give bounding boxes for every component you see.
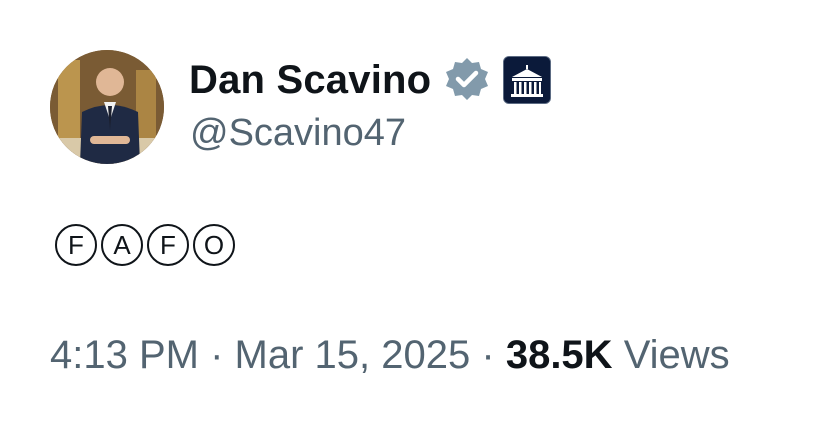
meta-separator: ·	[481, 333, 495, 377]
post-date[interactable]: Mar 15, 2025	[235, 333, 471, 377]
verified-badge-icon[interactable]	[443, 56, 491, 104]
handle[interactable]: @Scavino47	[190, 114, 406, 152]
circled-letter: F	[147, 224, 189, 266]
post-meta: 4:13 PM · Mar 15, 2025 · 38.5K Views	[50, 335, 730, 375]
avatar-photo	[50, 50, 164, 164]
circled-letter: A	[101, 224, 143, 266]
avatar[interactable]	[50, 50, 164, 164]
views-label: Views	[623, 333, 730, 377]
tweet-card: Dan Scavino @Scavino47 F A F O 4:13 PM ·…	[0, 0, 813, 431]
meta-separator: ·	[210, 333, 224, 377]
white-house-badge-icon[interactable]	[503, 56, 552, 104]
display-name[interactable]: Dan Scavino	[189, 60, 431, 100]
post-text: F A F O	[55, 224, 235, 266]
post-time[interactable]: 4:13 PM	[50, 333, 199, 377]
circled-letter: F	[55, 224, 97, 266]
circled-letter: O	[193, 224, 235, 266]
views-count: 38.5K	[505, 333, 613, 377]
author-row: Dan Scavino	[189, 54, 552, 106]
